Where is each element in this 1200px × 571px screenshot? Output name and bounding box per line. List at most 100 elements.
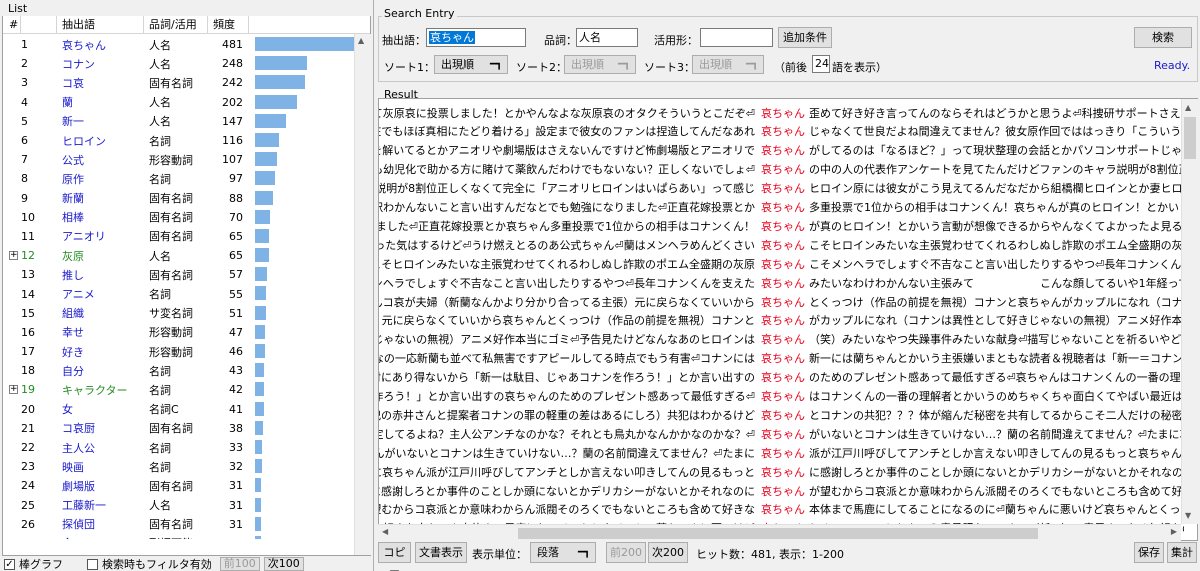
list-item[interactable]: 17 好き 形容動詞 46 <box>3 342 370 361</box>
kwic-row[interactable]: もっと哀ちゃんに感謝しろとか事件のことしか頭にないとかデリカシーがないとかそれな… <box>379 481 1184 500</box>
list-item[interactable]: 5 新一 人名 147 <box>3 112 370 131</box>
list-item[interactable]: 22 主人公 名詞 33 <box>3 438 370 457</box>
scroll-down-icon[interactable]: ▼ <box>1185 511 1191 520</box>
col-header-freq[interactable]: 頻度 <box>208 16 249 34</box>
h-scroll-thumb[interactable] <box>518 528 1038 539</box>
right-context: が真のヒロイン！とかいう言動が想像できるからやんなくてよかったよ見ることが叶わな… <box>809 219 1184 233</box>
scroll-up-icon[interactable]: ▲ <box>358 36 364 45</box>
expand-plus-icon[interactable]: + <box>9 251 18 261</box>
kwic-row[interactable]: として好きじゃないの無視）アニメ好作本当にゴミ⏎予告見たけどなんなあのヒロインは… <box>379 330 1184 349</box>
sort3-select[interactable]: 出現順 ━┓ <box>692 55 764 74</box>
kwic-row[interactable]: ⏎哀ちゃんがいないとコナンは生きていけない…？蘭の名前間違えてません？⏎たまに哀… <box>379 443 1184 462</box>
kwic-row[interactable]: 懐添付ませて灰原哀に投票しました！とかやんなよな灰原哀のオタクそういうとこだぞ⏎… <box>379 103 1184 122</box>
list-item[interactable]: 25 工藤新一 人名 31 <box>3 496 370 515</box>
kwic-row[interactable]: 合ってる主張）元に戻らなくていいから哀ちゃんとくっつけ（作品の前提を無視）コナン… <box>379 311 1184 330</box>
copy-button[interactable]: コピー <box>378 542 411 571</box>
kwic-result-list[interactable]: 懐添付ませて灰原哀に投票しました！とかやんなよな灰原哀のオタクそういうとこだぞ⏎… <box>378 98 1198 541</box>
kwic-row[interactable]: 名探偵不在でもほぼ真相にたどり着ける」設定まで彼女のファンは捏造してんだなあれ哀… <box>379 122 1184 141</box>
keyword: 哀ちゃん <box>761 219 805 233</box>
kwic-row[interactable]: 哀ちゃんが望むからコ哀派とか意味わからん派閥そのろくでもないところも含めて好きな… <box>379 500 1184 519</box>
pos-input[interactable]: 人名 <box>576 28 638 47</box>
list-item[interactable]: +19 キャラクター 名詞 42 <box>3 380 370 399</box>
kwic-row[interactable]: たわけでも幼児化で助かる方に賭けて薬飲んだわけでもないない？正しくないでしょ⏎ 哀… <box>379 160 1184 179</box>
list-item[interactable]: 10 相棒 固有名詞 70 <box>3 208 370 227</box>
kwic-row[interactable]: なびくのは絶対にあり得ないから「新一は駄目、じゃあコナンを作ろう！」とか言い出す… <box>379 368 1184 387</box>
list-item[interactable]: 2 コナン 人名 248 <box>3 54 370 73</box>
list-item[interactable]: 13 推し 固有名詞 57 <box>3 265 370 284</box>
kwic-row[interactable]: ゃあコナンを作ろう！」とか言い出すの哀ちゃんのためのプレゼント感あって最低すぎる… <box>379 387 1184 406</box>
search-button[interactable]: 検索 <box>1134 27 1192 48</box>
list-item[interactable]: 15 組織 サ変名詞 51 <box>3 304 370 323</box>
list-item[interactable]: 3 コ哀 固有名詞 242 <box>3 73 370 92</box>
kwic-row[interactable]: 哀ちゃんこそヒロインみたいな主張覚わせてくれるわしぬし詐欺のポエム全盛期の灰原哀… <box>379 254 1184 273</box>
unit-select[interactable]: 段落 ━┓ <box>530 542 596 563</box>
word-list[interactable]: 1 哀ちゃん 人名 481 2 コナン 人名 248 3 コ哀 固有名詞 242 4 蘭人名 202 5 新一人… <box>3 35 370 539</box>
row-bar-cell <box>249 54 369 73</box>
list-item[interactable]: 7 公式 形容動詞 107 <box>3 150 370 169</box>
bar-graph-checkbox[interactable]: ✓ <box>4 558 15 570</box>
kwic-row[interactable]: 哀ちゃんこそメンヘラでしょすぐ不吉なこと言い出したりするやつ⏎長年コナンくんを支… <box>379 273 1184 292</box>
row-bar-cell <box>249 534 369 539</box>
scroll-up-icon[interactable]: ▲ <box>1185 103 1191 112</box>
list-item[interactable]: 11 アニオリ 固有名詞 65 <box>3 227 370 246</box>
col-header-pos[interactable]: 品詞/活用 <box>144 16 208 34</box>
word-input[interactable]: 哀ちゃん <box>426 28 526 47</box>
kwic-row[interactable]: 全ての真相を解いてるとかアニオリや劇場版はさえないんですけど怖劇場版とアニオリで… <box>379 141 1184 160</box>
list-scrollbar[interactable]: ▲ <box>354 34 371 555</box>
list-item[interactable]: 24 劇場版 固有名詞 31 <box>3 476 370 495</box>
list-item[interactable]: 26 探偵団 固有名詞 31 <box>3 515 370 534</box>
filter-checkbox[interactable] <box>87 558 98 570</box>
list-item[interactable]: 4 蘭 人名 202 <box>3 93 370 112</box>
kwic-row[interactable]: の全て否定してるよね？主人公アンチなのかな？それとも鳥丸かなんかかなのかな？⏎ 哀… <box>379 424 1184 443</box>
add-condition-button[interactable]: 追加条件 <box>778 27 832 48</box>
col-header-num[interactable]: # <box>3 16 21 34</box>
kwic-row[interactable]: 年、実行犯の赤井さんと提案者コナンの罪の軽重の差はあるにしろ）共犯はわかるけど哀… <box>379 405 1184 424</box>
row-freq: 31 <box>229 498 243 512</box>
expand-plus-icon[interactable]: + <box>9 385 18 395</box>
row-freq: 481 <box>222 38 243 52</box>
doc-view-button[interactable]: 文書表示 <box>415 542 467 563</box>
list-item[interactable]: 18 自分 名詞 43 <box>3 361 370 380</box>
context-size-input[interactable]: 24 <box>812 55 830 73</box>
row-word: 映画 <box>62 460 84 474</box>
list-item[interactable]: 27今副詞可能30 <box>3 534 370 539</box>
sort1-select[interactable]: 出現順 ━┓ <box>434 55 508 74</box>
kwic-row[interactable]: ロインとか訳わかんないこと言い出すんだなとでも勉強になりました⏎正直花嫁投票とか… <box>379 198 1184 217</box>
kwic-row[interactable]: けどファンのキャラ説明が8割位正しくなくて完全に「アニオリヒロインはいぱらあい」… <box>379 179 1184 198</box>
prev-200-button[interactable]: 前200 <box>606 542 646 563</box>
scroll-thumb[interactable] <box>1184 117 1196 159</box>
filter-label: 検索時もフィルタ有効 <box>102 558 212 571</box>
expand-cell[interactable]: + <box>3 380 21 399</box>
kwic-row[interactable]: せん？⏎たまに哀ちゃん派が江戸川呼びしてアンチとしか言えない叩きしてんの見るもっ… <box>379 462 1184 481</box>
kwic-row[interactable]: てったんじゃんコ哀が夫婦（新蘭なんかより分かり合ってる主張）元に戻らなくていいか… <box>379 292 1184 311</box>
sort2-select[interactable]: 出現順 ━┓ <box>564 55 636 74</box>
summary-button[interactable]: 集計 <box>1167 542 1197 563</box>
chevron-down-icon: ━┓ <box>489 59 502 70</box>
list-item[interactable]: 16 幸せ 形容動詞 47 <box>3 323 370 342</box>
row-pos: 名詞C <box>149 403 179 417</box>
kwic-row[interactable]: みたいなの一応新蘭も並べて私無害ですアピールしてる時点でもう有害⏎コナンには 哀ち… <box>379 349 1184 368</box>
next-100-button[interactable]: 次100 <box>263 557 304 571</box>
expand-cell[interactable]: + <box>3 246 21 265</box>
scroll-left-icon[interactable]: ◀ <box>382 527 388 536</box>
save-button[interactable]: 保存 <box>1134 542 1164 563</box>
conj-input[interactable] <box>700 28 773 47</box>
result-hscrollbar[interactable]: ◀ ▶ <box>378 524 1181 541</box>
row-number: 1 <box>21 38 28 52</box>
scroll-right-icon[interactable]: ▶ <box>1171 527 1177 536</box>
kwic-row[interactable]: 強になりました⏎正直花嫁投票とか哀ちゃん多重投票で1位からの相手はコナンくん！ 哀… <box>379 216 1184 235</box>
list-item[interactable]: 6 ヒロイン 名詞 116 <box>3 131 370 150</box>
list-item[interactable]: 20 女 名詞C 41 <box>3 400 370 419</box>
next-200-button[interactable]: 次200 <box>648 542 688 563</box>
list-item[interactable]: 23 映画 名詞 32 <box>3 457 370 476</box>
list-item[interactable]: +12 灰原 人名 65 <box>3 246 370 265</box>
kwic-row[interactable]: んのが見たかった気はするけど⏎うけ燃えとるのあ公式ちゃん⏎蘭はメンヘラめんどくさ… <box>379 235 1184 254</box>
col-header-word[interactable]: 抽出語 <box>57 16 144 34</box>
prev-100-button[interactable]: 前100 <box>219 557 260 571</box>
list-item[interactable]: 1 哀ちゃん 人名 481 <box>3 35 370 54</box>
result-vscrollbar[interactable]: ▲ ▼ <box>1181 99 1198 524</box>
list-item[interactable]: 9 新蘭 固有名詞 88 <box>3 189 370 208</box>
list-item[interactable]: 14 アニメ 名詞 55 <box>3 284 370 303</box>
list-item[interactable]: 8 原作 名詞 97 <box>3 169 370 188</box>
list-item[interactable]: 21 コ哀厨 固有名詞 38 <box>3 419 370 438</box>
